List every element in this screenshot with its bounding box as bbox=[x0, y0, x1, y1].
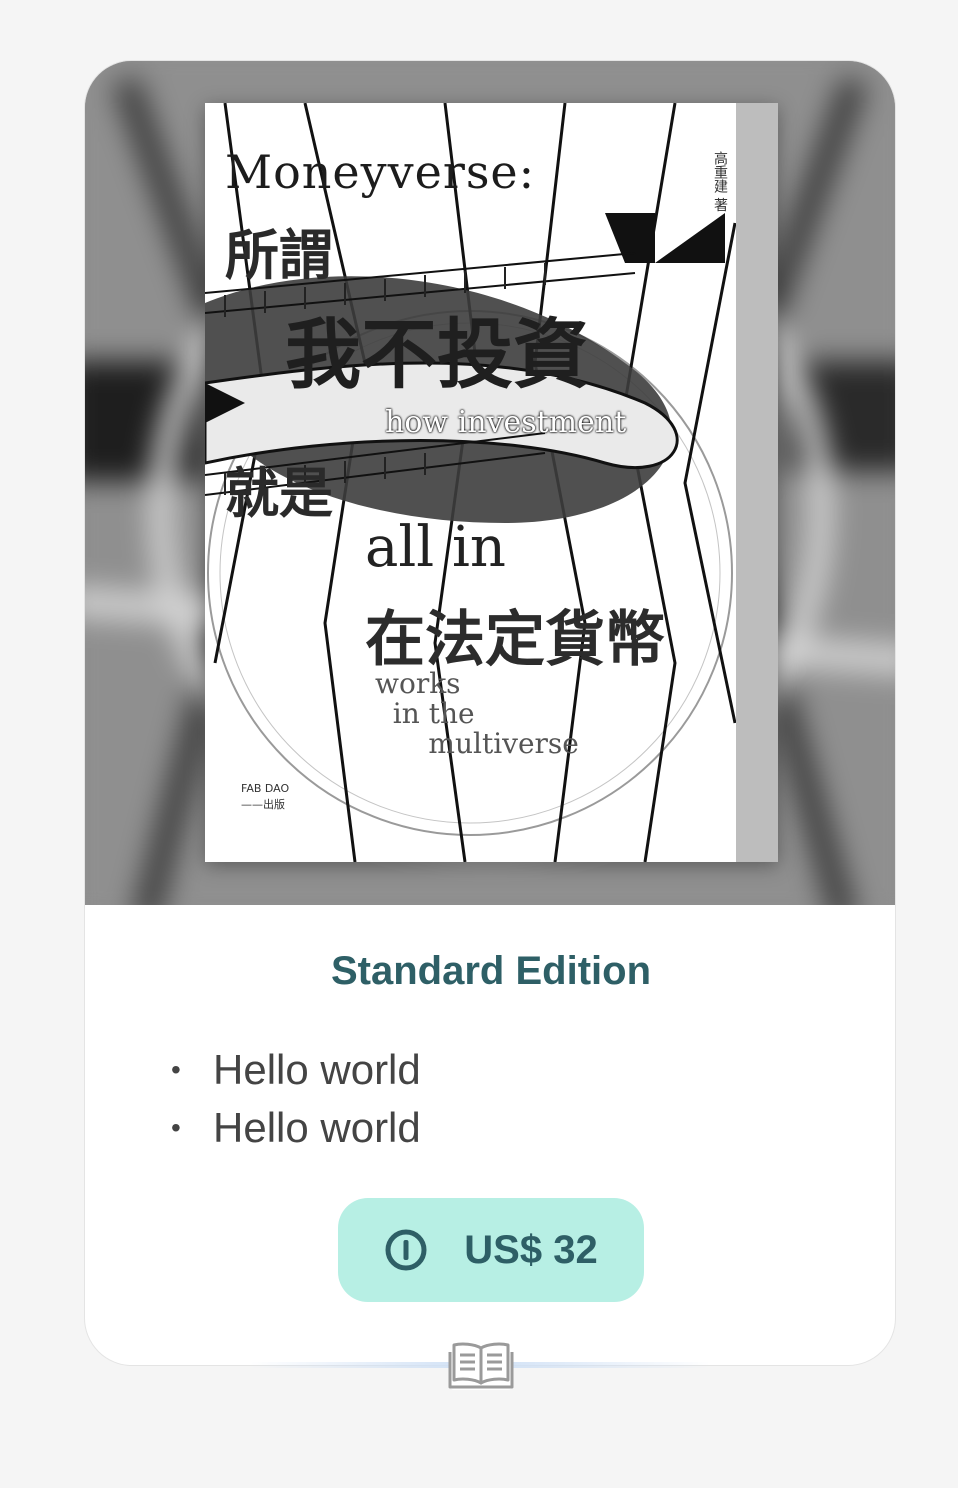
coin-icon bbox=[385, 1229, 427, 1271]
cover-spine bbox=[736, 103, 778, 862]
cover-author: 高重建 著 bbox=[712, 151, 728, 212]
feature-list: Hello world Hello world bbox=[169, 1041, 421, 1157]
price-label: US$ 32 bbox=[464, 1227, 598, 1272]
cover-title-cjk-1: 所謂 bbox=[225, 224, 333, 287]
feature-item: Hello world bbox=[169, 1099, 421, 1157]
cover-subtitle-en-2: all in bbox=[365, 515, 506, 580]
cover-title-cjk-3: 就是 bbox=[225, 462, 333, 525]
feature-item: Hello world bbox=[169, 1041, 421, 1099]
cover-subtitle-en-1: how investment bbox=[385, 405, 627, 440]
cover-subtitle-en-3: works in the multiverse bbox=[375, 667, 579, 760]
cover-title-en: Moneyverse: bbox=[225, 145, 536, 199]
edition-title: Standard Edition bbox=[331, 949, 651, 993]
cover-title-cjk-4: 在法定貨幣 bbox=[365, 605, 665, 675]
price-button[interactable]: US$ 32 bbox=[338, 1198, 644, 1302]
cover-publisher: FAB DAO ——出版 bbox=[241, 782, 290, 811]
book-cover: Moneyverse: 所謂 我不投資 how investment 就是 al… bbox=[205, 103, 778, 862]
cover-hero: Moneyverse: 所謂 我不投資 how investment 就是 al… bbox=[85, 61, 895, 905]
product-card: Moneyverse: 所謂 我不投資 how investment 就是 al… bbox=[84, 60, 896, 1366]
cover-title-cjk-2: 我不投資 bbox=[285, 310, 589, 399]
book-open-icon bbox=[448, 1340, 514, 1390]
